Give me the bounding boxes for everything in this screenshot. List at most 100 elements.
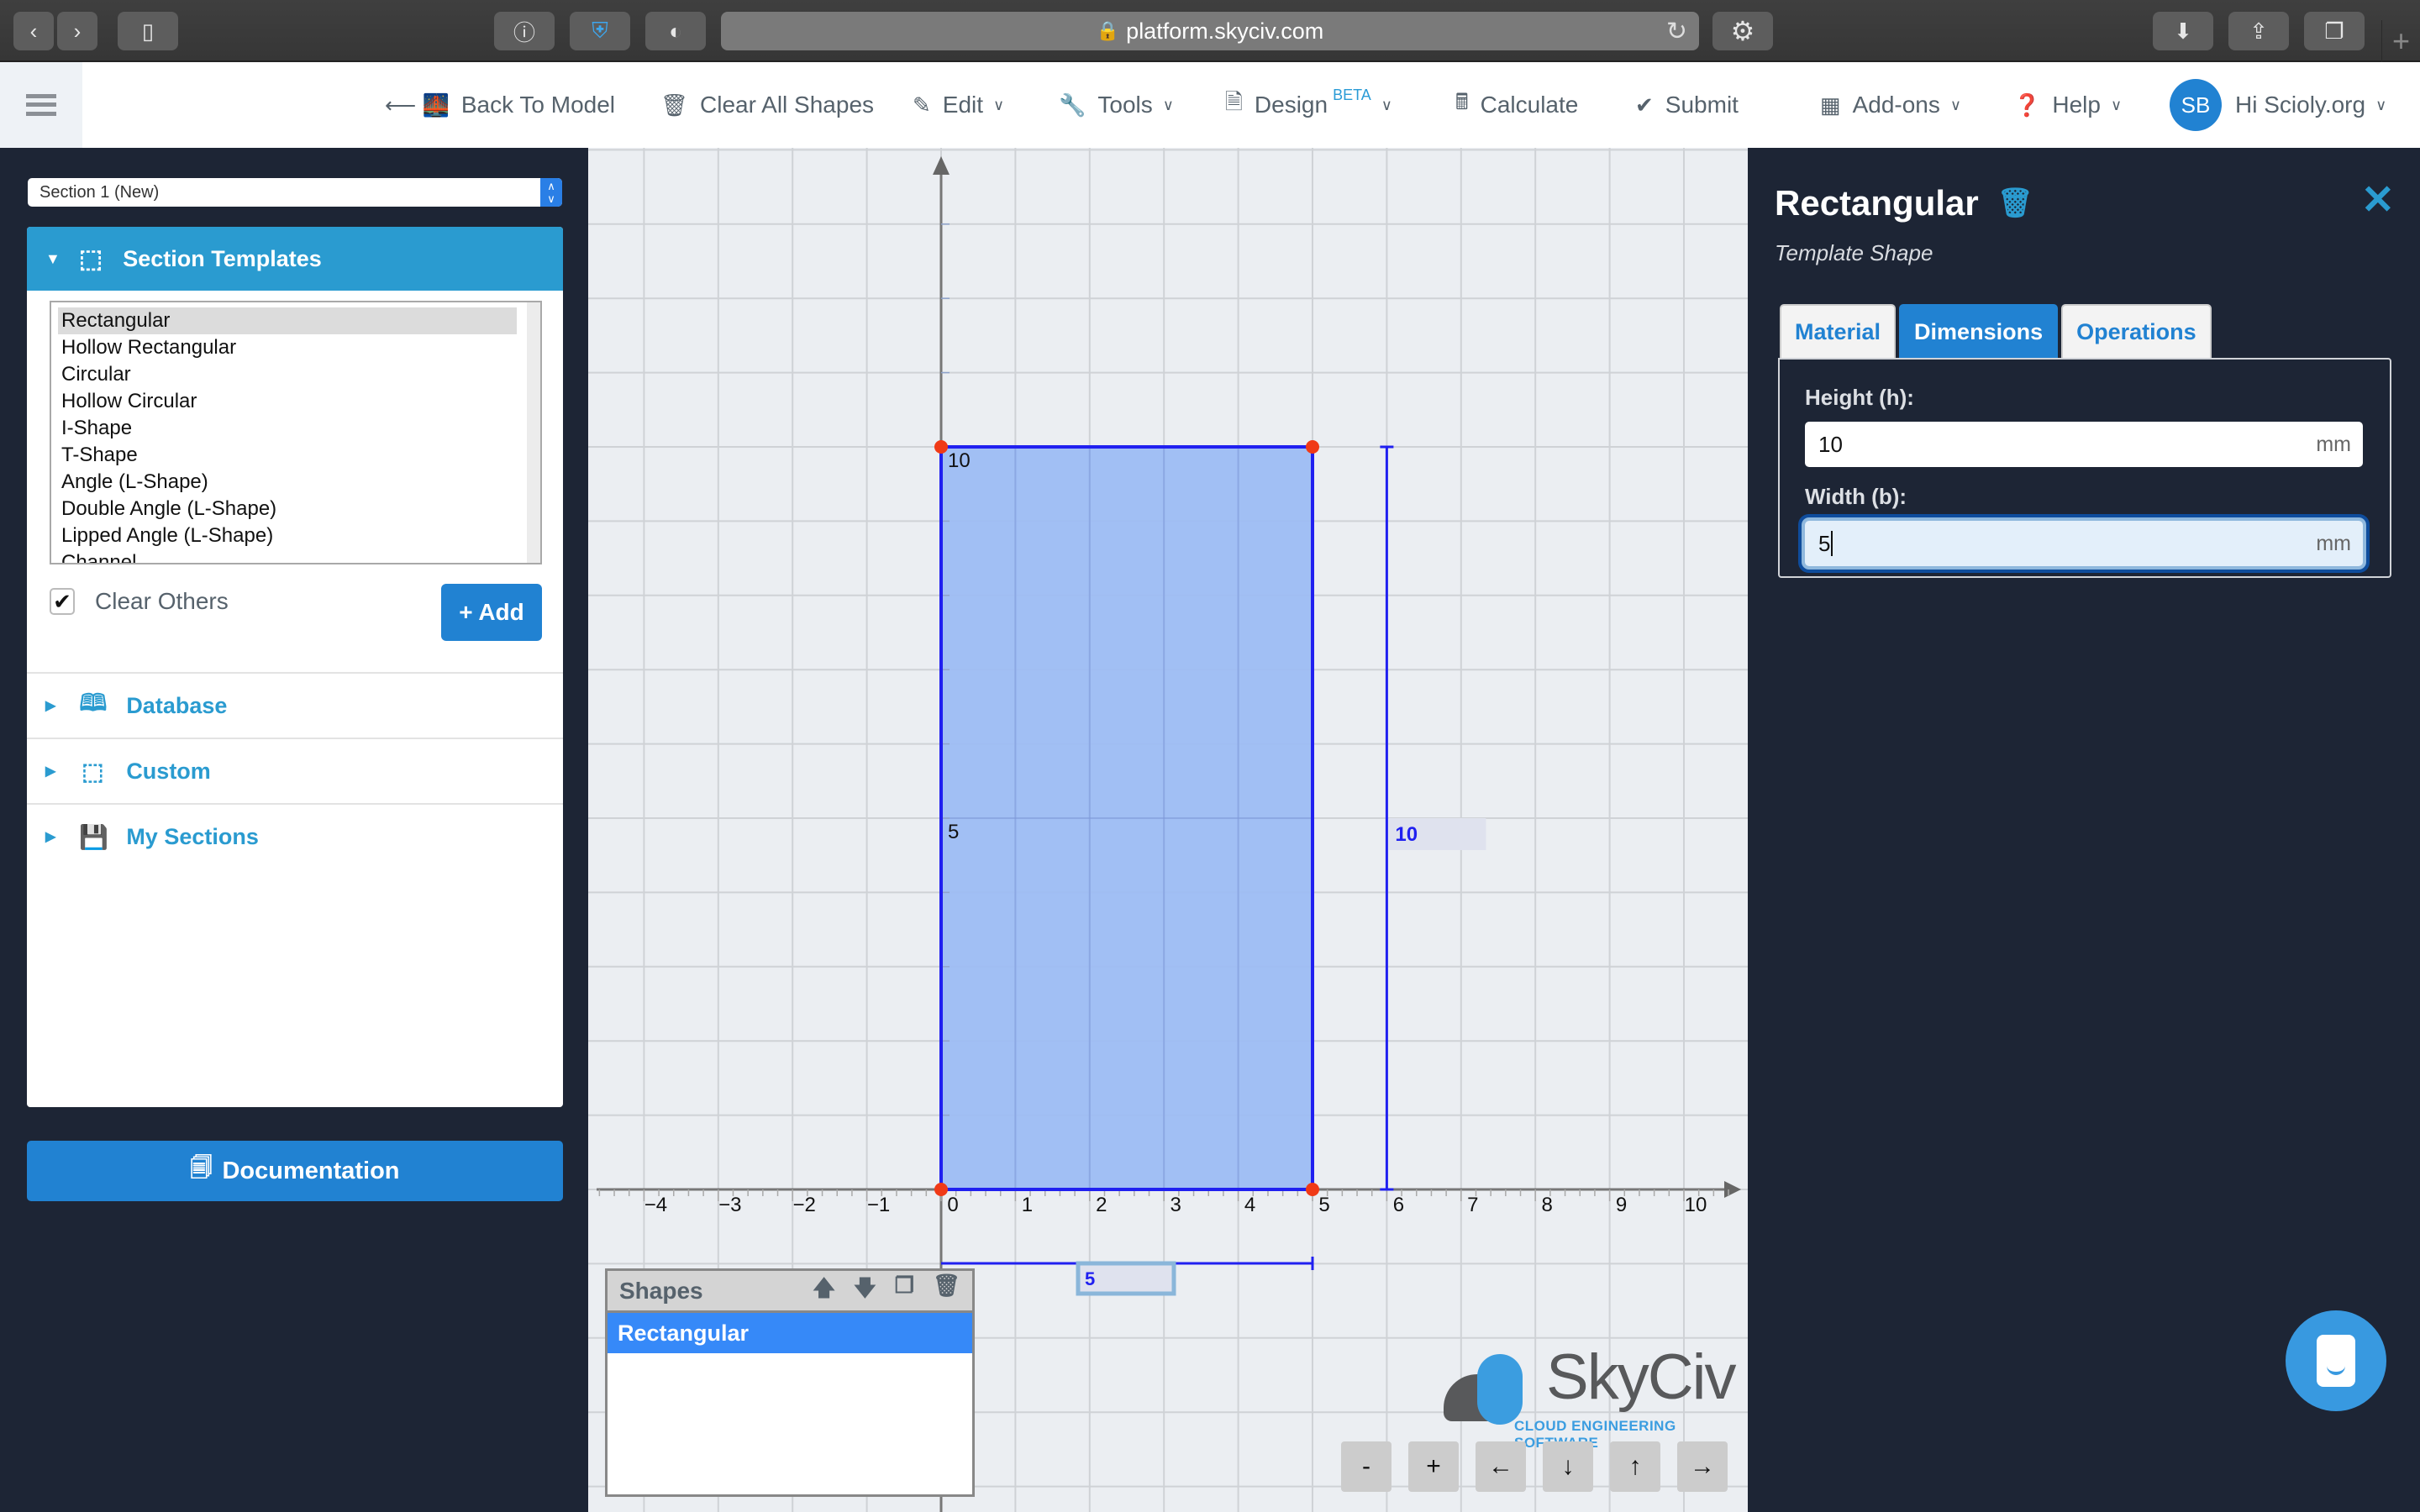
tools-label: Tools [1097,92,1153,118]
design-label: Design [1254,92,1328,118]
tab-operations[interactable]: Operations [2061,304,2212,358]
duplicate-icon[interactable]: ❐ [895,1273,914,1310]
x-tick-label: 6 [1393,1194,1404,1216]
section-templates-header[interactable]: ▼ ⬚ Section Templates [27,227,563,291]
forward-icon[interactable]: › [57,12,97,50]
add-button[interactable]: + Add [441,584,542,641]
x-tick-label: 5 [1318,1194,1329,1216]
user-menu[interactable]: SB Hi Scioly.org ∨ [2170,62,2386,148]
clear-others-label: Clear Others [95,588,229,614]
template-listbox[interactable]: Rectangular Hollow Rectangular Circular Hol… [50,301,542,564]
move-up-icon[interactable]: 🡅 [813,1273,835,1310]
shapes-panel-header: Shapes 🡅 🡇 ❐ 🗑 [608,1271,972,1313]
book-icon: 🕮 [79,690,108,716]
height-dimension-label: 10 [1395,823,1418,846]
template-option[interactable]: T-Shape [58,442,517,469]
my-sections-header[interactable]: ▶ 💾 My Sections [27,803,563,869]
template-option[interactable]: Angle (L-Shape) [58,469,517,496]
help-menu[interactable]: ❓ Help ∨ [2013,62,2122,148]
drawing-canvas[interactable]: −4 −3 −2 −1 0 1 2 3 4 5 6 7 8 9 10 5 10 10 5 Shapes 🡅 🡇 ❐ … [588,148,1748,1512]
template-option[interactable]: Circular [58,361,517,388]
section-select-value: Section 1 (New) [39,183,160,202]
chat-support-button[interactable] [2286,1310,2386,1411]
tab-material[interactable]: Material [1780,304,1897,358]
move-down-icon[interactable]: 🡇 [854,1273,876,1310]
close-icon[interactable]: ✕ [2361,176,2395,223]
x-tick-label: 1 [1022,1194,1033,1216]
vector-shape-icon: ⬚ [82,758,104,785]
zoom-out-button[interactable]: - [1341,1441,1392,1492]
shield-check-icon[interactable]: ⛨ [570,12,630,50]
address-bar[interactable]: 🔒 platform.skyciv.com ↻ [721,12,1699,50]
menu-toggle-button[interactable] [0,62,82,148]
calculate-button[interactable]: 🖩 Calculate [1455,62,1578,148]
design-menu[interactable]: 🗎 Design BETA ∨ [1225,62,1392,148]
addons-menu[interactable]: ▦ Add-ons ∨ [1820,62,1961,148]
x-axis-arrow [1724,1181,1741,1198]
x-tick-label: 3 [1171,1194,1181,1216]
sidebar-icon[interactable]: ▯ [118,12,178,50]
tabs-icon[interactable]: ❐ [2304,12,2365,50]
my-sections-label: My Sections [126,823,259,849]
template-option[interactable]: Channel [58,549,517,563]
template-option[interactable]: Rectangular [58,307,517,334]
width-label: Width (b): [1805,484,1907,509]
back-icon[interactable]: ‹ [13,12,54,50]
arrow-left-bridge-icon: ⟵ 🌉 [385,92,450,118]
list-scrollbar[interactable] [527,302,540,563]
avatar: SB [2170,79,2222,131]
pencil-icon: ✎ [913,92,931,118]
submit-label: Submit [1665,92,1739,118]
height-label: Height (h): [1805,385,1914,410]
chevron-down-icon: ∨ [1949,96,1962,113]
edit-menu[interactable]: ✎ Edit ∨ [913,62,1004,148]
url-text: platform.skyciv.com [1126,18,1324,44]
submit-button[interactable]: ✔ Submit [1635,62,1739,148]
tools-menu[interactable]: 🔧 Tools ∨ [1059,62,1174,148]
clear-all-shapes-button[interactable]: 🗑 Clear All Shapes [660,62,874,148]
zoom-in-button[interactable]: + [1408,1441,1459,1492]
width-dimension-label: 5 [1085,1268,1095,1289]
help-label: Help [2052,92,2101,118]
tab-dimensions[interactable]: Dimensions [1899,304,2059,358]
delete-icon[interactable]: 🗑 [933,1273,960,1310]
clear-others-checkbox[interactable]: ✔ [50,588,75,615]
pan-up-button[interactable]: ↑ [1610,1441,1660,1492]
text-cursor [1831,531,1833,556]
custom-header[interactable]: ▶ ⬚ Custom [27,738,563,803]
template-option[interactable]: Double Angle (L-Shape) [58,496,517,522]
select-stepper-icon: ∧ ∨ [540,178,562,207]
y-tick-label: 5 [948,821,959,843]
dimensions-tab-body: Height (h): 10 mm Width (b): 5 mm [1778,358,2391,578]
shape-list-item[interactable]: Rectangular [608,1313,972,1353]
height-unit: mm [2316,432,2351,456]
reload-icon[interactable]: ↻ [1666,17,1687,46]
shape-title: Rectangular 🗑 [1775,183,2033,223]
delete-shape-icon[interactable]: 🗑 [1997,186,2033,220]
template-option[interactable]: Lipped Angle (L-Shape) [58,522,517,549]
template-option[interactable]: Hollow Rectangular [58,334,517,361]
template-option[interactable]: Hollow Circular [58,388,517,415]
documentation-button[interactable]: 🗐 Documentation [27,1141,563,1201]
documentation-label: Documentation [222,1157,400,1184]
pan-right-button[interactable]: → [1677,1441,1728,1492]
height-field[interactable]: 10 mm [1805,422,2363,467]
share-icon[interactable]: ⇪ [2228,12,2289,50]
width-field[interactable]: 5 mm [1805,521,2363,566]
database-header[interactable]: ▶ 🕮 Database [27,672,563,738]
x-tick-label: 10 [1685,1194,1707,1216]
section-select[interactable]: Section 1 (New) ∧ ∨ [28,178,562,207]
pan-down-button[interactable]: ↓ [1543,1441,1593,1492]
clear-others-row: ✔ Clear Others [50,588,229,615]
new-tab-icon[interactable]: + [2381,20,2420,62]
grid-icon: ▦ [1820,92,1841,118]
template-option[interactable]: I-Shape [58,415,517,442]
download-icon[interactable]: ⬇ [2153,12,2213,50]
pan-left-button[interactable]: ← [1476,1441,1526,1492]
privacy-icon[interactable]: ◐ [645,12,706,50]
chevron-down-icon: ∨ [1381,96,1392,113]
info-icon[interactable]: ⓘ [494,12,555,50]
extension-gear-icon[interactable]: ⚙ [1712,12,1773,50]
back-to-model-button[interactable]: ⟵ 🌉 Back To Model [385,62,615,148]
y-tick-label: 10 [948,449,971,472]
